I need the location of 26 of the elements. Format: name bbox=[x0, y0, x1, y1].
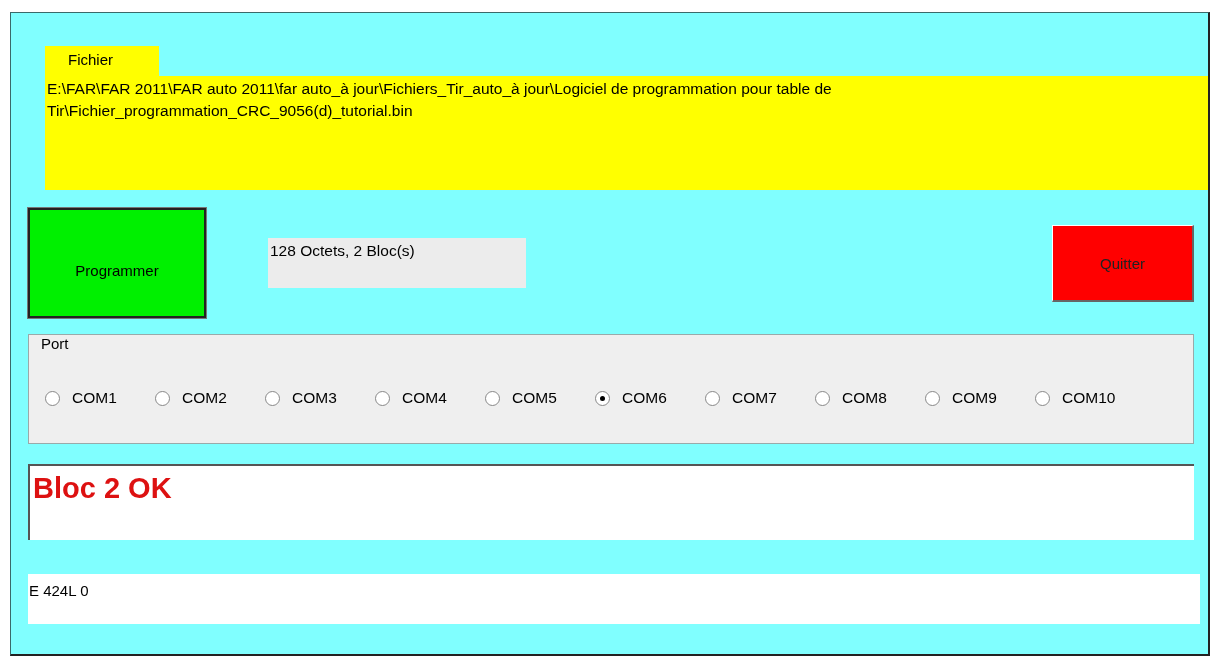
radio-button[interactable] bbox=[595, 390, 610, 406]
radio-button[interactable] bbox=[45, 390, 60, 406]
status-message: Bloc 2 OK bbox=[28, 464, 1194, 540]
file-label: Fichier bbox=[45, 46, 159, 76]
radio-option[interactable]: COM10 bbox=[1035, 389, 1135, 407]
radio-button[interactable] bbox=[155, 390, 170, 406]
radio-option[interactable]: COM7 bbox=[705, 389, 805, 407]
radio-option[interactable]: COM4 bbox=[375, 389, 475, 407]
radio-button[interactable] bbox=[375, 390, 390, 406]
file-path-field: E:\FAR\FAR 2011\FAR auto 2011\far auto_à jour\Fichiers_Tir_auto_à jour\Logiciel de programmation pour table de Tir\Fichier_programmation_CRC_9056(d)_tutorial.bin bbox=[45, 76, 1208, 190]
radio-option[interactable]: COM8 bbox=[815, 389, 915, 407]
radio-option[interactable]: COM1 bbox=[45, 389, 145, 407]
radio-button[interactable] bbox=[815, 390, 830, 406]
radio-option[interactable]: COM2 bbox=[155, 389, 255, 407]
radio-option[interactable]: COM3 bbox=[265, 389, 365, 407]
radio-button[interactable] bbox=[485, 390, 500, 406]
radio-button[interactable] bbox=[265, 390, 280, 406]
quit-button[interactable]: Quitter bbox=[1052, 225, 1194, 302]
radio-button[interactable] bbox=[1035, 390, 1050, 406]
radio-button[interactable] bbox=[705, 390, 720, 406]
radio-option[interactable]: COM6 bbox=[595, 389, 695, 407]
program-button[interactable]: Programmer bbox=[28, 208, 206, 318]
radio-option[interactable]: COM9 bbox=[925, 389, 1025, 407]
radio-button[interactable] bbox=[925, 390, 940, 406]
radio-option[interactable]: COM5 bbox=[485, 389, 585, 407]
info-label: 128 Octets, 2 Bloc(s) bbox=[268, 238, 526, 288]
